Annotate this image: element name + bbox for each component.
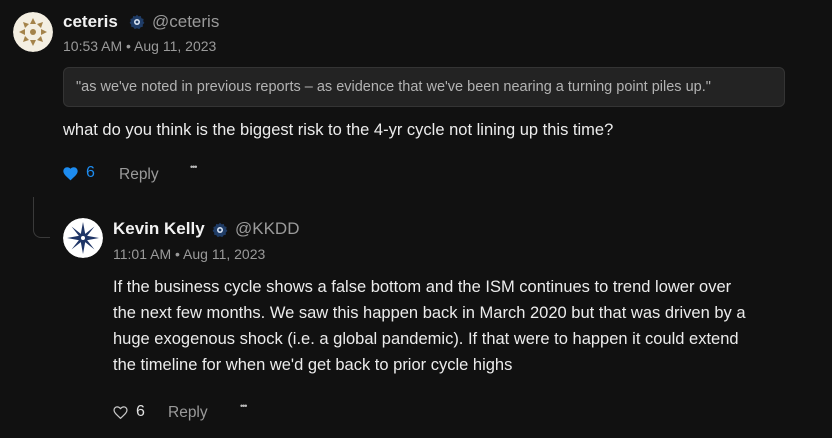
avatar-ceteris[interactable] [13,12,53,52]
reply-body-line: If the business cycle shows a false bott… [113,278,732,296]
like-count: 6 [86,164,95,181]
reply-like-count: 6 [136,403,145,420]
avatar-kevin-kelly[interactable] [63,218,103,258]
thread-connector [33,197,50,238]
reply-body-line: the next few months. We saw this happen … [113,304,746,322]
verified-badge-icon [129,14,145,30]
like-button[interactable]: 6 [62,164,95,182]
reply-author-handle[interactable]: @KKDD [235,219,300,239]
reply-like-button[interactable]: 6 [112,403,145,421]
reply-body: If the business cycle shows a false bott… [113,274,746,378]
reply-body-line: huge exogenous shock (i.e. a global pand… [113,330,739,348]
verified-badge-icon [212,222,228,238]
reply-body-line: the timeline for when we'd get back to p… [113,356,513,374]
quoted-excerpt: "as we've noted in previous reports – as… [63,67,785,107]
heart-filled-icon [63,166,78,180]
compass-star-logo-icon [63,218,103,258]
author-handle[interactable]: @ceteris [152,12,219,32]
more-options-button[interactable]: ••• [190,162,198,172]
quote-text: "as we've noted in previous reports – as… [76,79,711,95]
heart-outline-icon [113,405,128,419]
reply-reply-button[interactable]: Reply [168,404,208,422]
reply-author-name[interactable]: Kevin Kelly [113,219,205,239]
author-name[interactable]: ceteris [63,12,118,32]
reply-more-options-button[interactable]: ••• [240,401,248,411]
post-timestamp[interactable]: 10:53 AM • Aug 11, 2023 [63,38,216,54]
reply-timestamp[interactable]: 11:01 AM • Aug 11, 2023 [113,246,265,262]
geometric-logo-icon [13,12,53,52]
post-body: what do you think is the biggest risk to… [63,121,614,139]
reply-button[interactable]: Reply [119,166,159,184]
